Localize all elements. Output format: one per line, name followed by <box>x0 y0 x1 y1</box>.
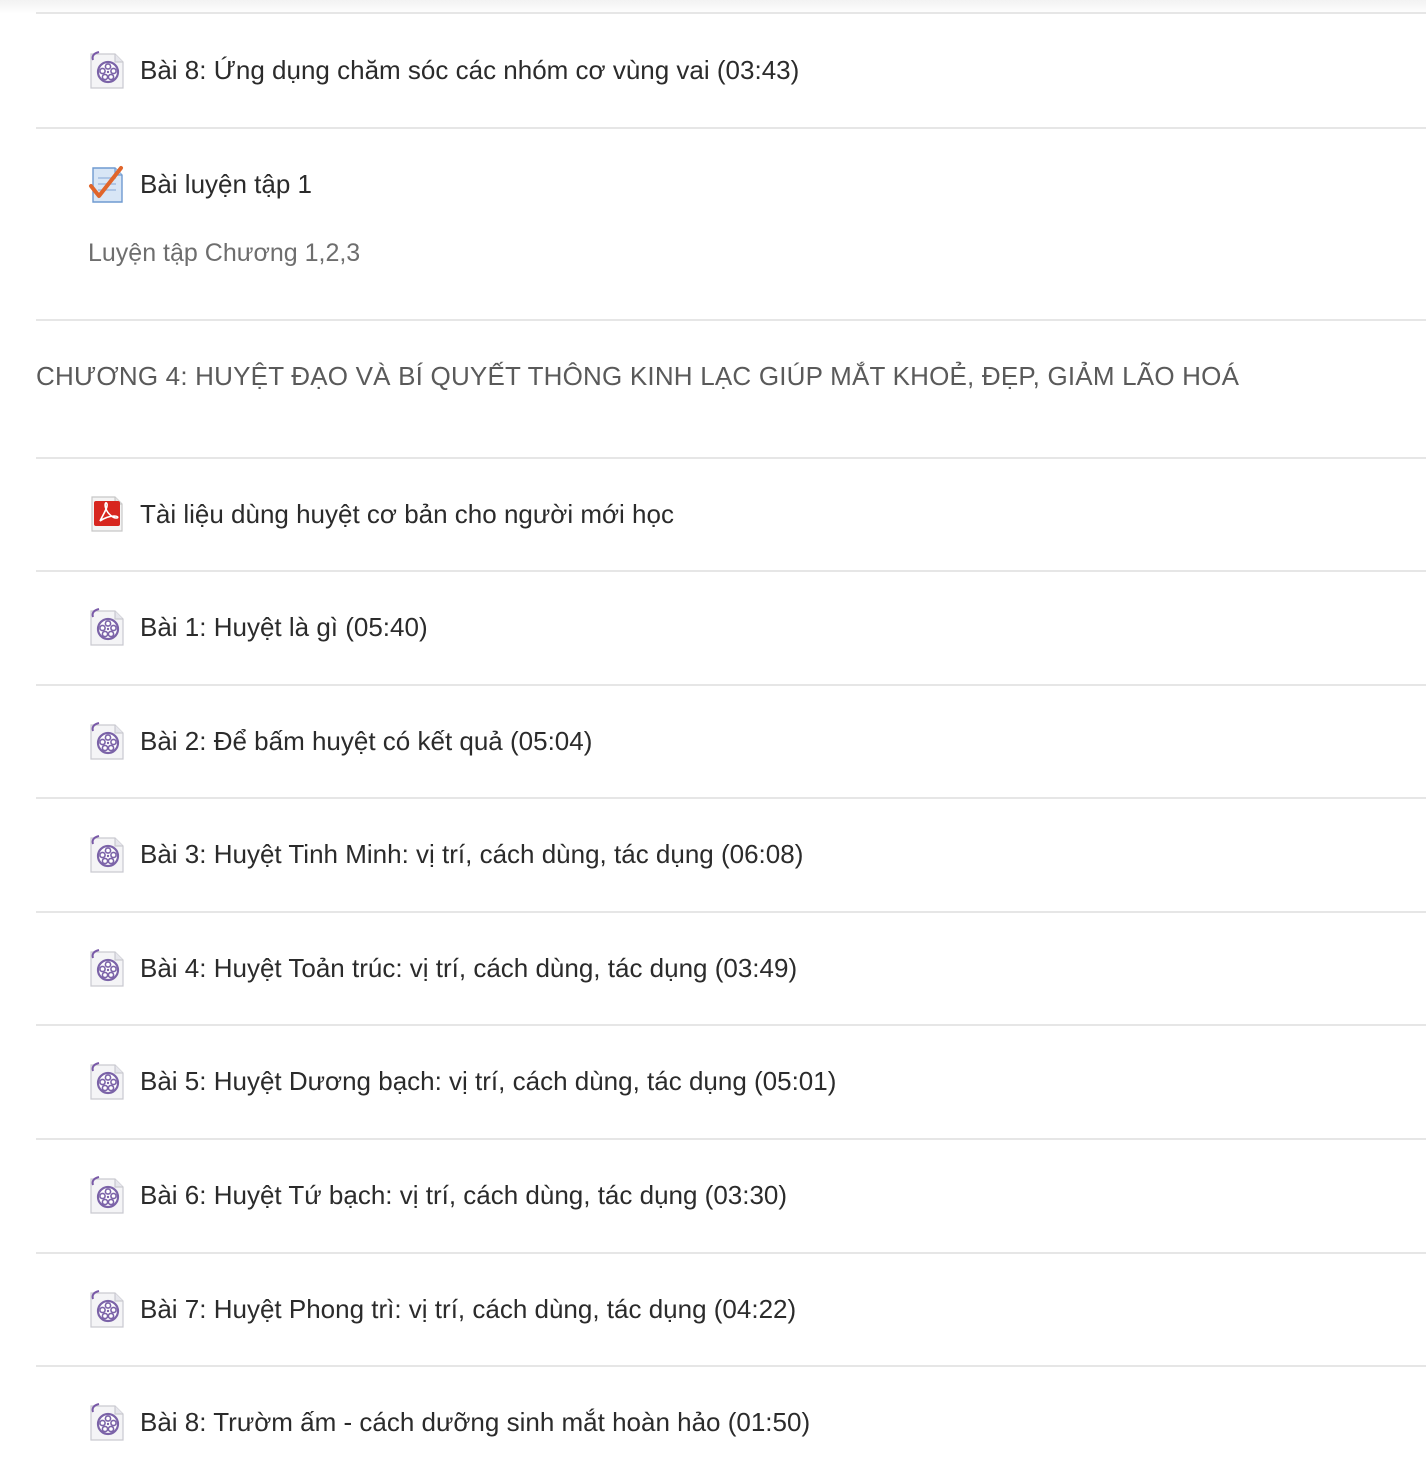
video-icon <box>88 721 126 761</box>
divider <box>36 684 1426 686</box>
activity-link[interactable]: Bài 5: Huyệt Dương bạch: vị trí, cách dù… <box>140 1061 836 1101</box>
activity-description: Luyện tập Chương 1,2,3 <box>88 239 361 267</box>
activity-link[interactable]: Bài 3: Huyệt Tinh Minh: vị trí, cách dùn… <box>140 834 803 874</box>
activity-item-video[interactable]: Bài 7: Huyệt Phong trì: vị trí, cách dùn… <box>88 1289 796 1329</box>
quiz-icon <box>88 164 126 204</box>
divider <box>36 911 1426 913</box>
divider <box>36 319 1426 321</box>
divider <box>36 797 1426 799</box>
activity-link[interactable]: Bài 8: Ứng dụng chăm sóc các nhóm cơ vùn… <box>140 50 799 90</box>
divider <box>36 1365 1426 1367</box>
activity-item-pdf[interactable]: Tài liệu dùng huyệt cơ bản cho người mới… <box>88 494 674 534</box>
video-icon <box>88 948 126 988</box>
activity-link[interactable]: Bài 7: Huyệt Phong trì: vị trí, cách dùn… <box>140 1289 796 1329</box>
activity-link[interactable]: Tài liệu dùng huyệt cơ bản cho người mới… <box>140 494 674 534</box>
activity-item-video[interactable]: Bài 2: Để bấm huyệt có kết quả (05:04) <box>88 721 592 761</box>
activity-item-video[interactable]: Bài 4: Huyệt Toản trúc: vị trí, cách dùn… <box>88 948 797 988</box>
activity-item-video[interactable]: Bài 3: Huyệt Tinh Minh: vị trí, cách dùn… <box>88 834 803 874</box>
activity-item-video[interactable]: Bài 6: Huyệt Tứ bạch: vị trí, cách dùng,… <box>88 1175 787 1215</box>
activity-link[interactable]: Bài 8: Trườm ấm - cách dưỡng sinh mắt ho… <box>140 1402 810 1442</box>
video-icon <box>88 834 126 874</box>
video-icon <box>88 50 126 90</box>
divider <box>36 127 1426 129</box>
activity-item-video[interactable]: Bài 1: Huyệt là gì (05:40) <box>88 607 428 647</box>
video-icon <box>88 1402 126 1442</box>
video-icon <box>88 1061 126 1101</box>
activity-item-quiz[interactable]: Bài luyện tập 1 <box>88 164 312 204</box>
activity-link[interactable]: Bài 2: Để bấm huyệt có kết quả (05:04) <box>140 721 592 761</box>
video-icon <box>88 1289 126 1329</box>
divider <box>36 1024 1426 1026</box>
activity-item-video[interactable]: Bài 8: Trườm ấm - cách dưỡng sinh mắt ho… <box>88 1402 810 1442</box>
activity-link[interactable]: Bài 4: Huyệt Toản trúc: vị trí, cách dùn… <box>140 948 797 988</box>
activity-link[interactable]: Bài luyện tập 1 <box>140 164 312 204</box>
divider <box>36 570 1426 572</box>
video-icon <box>88 1175 126 1215</box>
divider <box>36 1138 1426 1140</box>
activity-item-video[interactable]: Bài 5: Huyệt Dương bạch: vị trí, cách dù… <box>88 1061 836 1101</box>
activity-item-video[interactable]: Bài 8: Ứng dụng chăm sóc các nhóm cơ vùn… <box>88 50 799 90</box>
pdf-icon <box>88 494 126 534</box>
divider <box>36 457 1426 459</box>
divider <box>36 1252 1426 1254</box>
section-title: CHƯƠNG 4: HUYỆT ĐẠO VÀ BÍ QUYẾT THÔNG KI… <box>36 361 1240 391</box>
divider <box>36 12 1426 14</box>
activity-link[interactable]: Bài 6: Huyệt Tứ bạch: vị trí, cách dùng,… <box>140 1175 787 1215</box>
video-icon <box>88 607 126 647</box>
activity-link[interactable]: Bài 1: Huyệt là gì (05:40) <box>140 607 428 647</box>
